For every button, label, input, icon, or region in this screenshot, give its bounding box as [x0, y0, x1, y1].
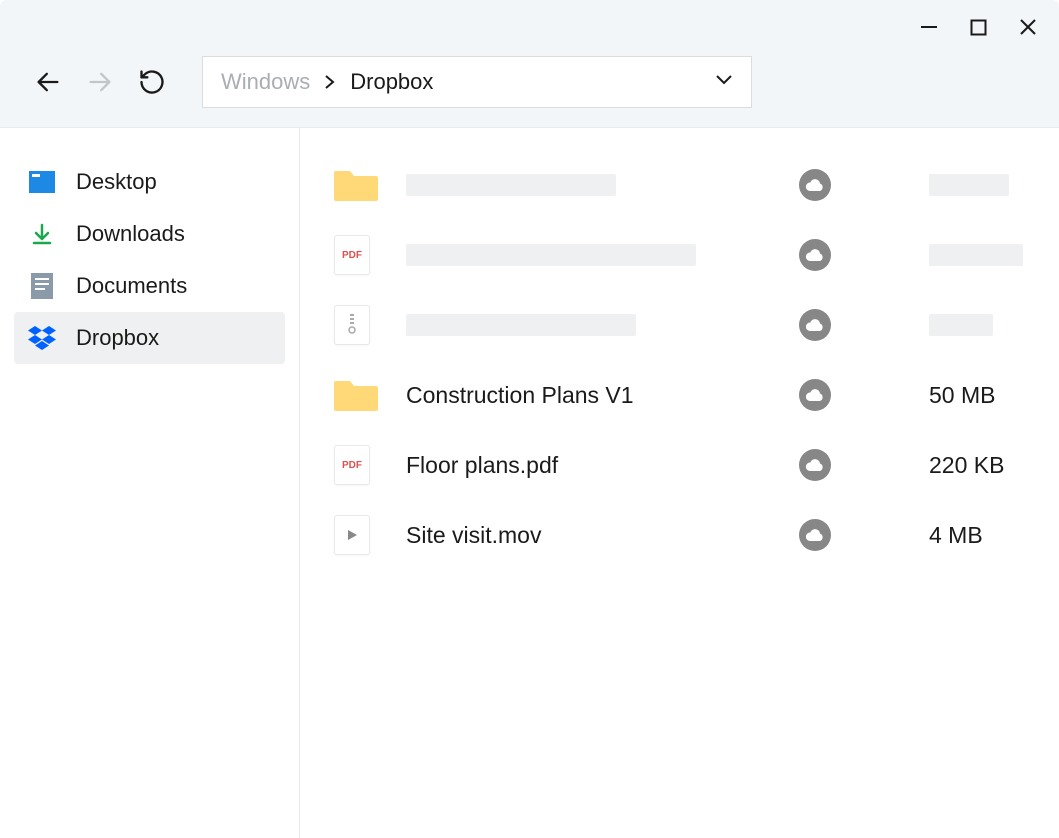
- dropbox-icon: [28, 324, 56, 352]
- placeholder-name: [406, 244, 696, 266]
- breadcrumb-bar[interactable]: Windows Dropbox: [202, 56, 752, 108]
- placeholder-size: [929, 244, 1023, 266]
- content-area: Desktop Downloads Documents Dropbox: [0, 128, 1059, 838]
- file-row-placeholder[interactable]: [334, 290, 1029, 360]
- sidebar-item-label: Documents: [76, 273, 187, 299]
- breadcrumb-path: Windows Dropbox: [221, 69, 433, 95]
- file-name: Construction Plans V1: [406, 382, 799, 409]
- titlebar: Windows Dropbox: [0, 0, 1059, 128]
- file-size: 220 KB: [929, 452, 1029, 479]
- file-row[interactable]: Site visit.mov 4 MB: [334, 500, 1029, 570]
- pdf-icon: PDF: [334, 445, 406, 485]
- navigation-toolbar: Windows Dropbox: [26, 56, 752, 108]
- file-row[interactable]: Construction Plans V1 50 MB: [334, 360, 1029, 430]
- minimize-button[interactable]: [920, 18, 938, 36]
- sidebar-item-label: Desktop: [76, 169, 157, 195]
- folder-icon: [334, 377, 406, 413]
- sidebar-item-label: Downloads: [76, 221, 185, 247]
- placeholder-size: [929, 174, 1009, 196]
- zip-icon: [334, 305, 406, 345]
- downloads-icon: [28, 220, 56, 248]
- cloud-status-icon: [799, 309, 831, 341]
- sidebar-item-desktop[interactable]: Desktop: [14, 156, 285, 208]
- chevron-right-icon: [324, 69, 336, 95]
- file-name: Floor plans.pdf: [406, 452, 799, 479]
- desktop-icon: [28, 168, 56, 196]
- file-row-placeholder[interactable]: [334, 150, 1029, 220]
- sidebar-item-downloads[interactable]: Downloads: [14, 208, 285, 260]
- video-icon: [334, 515, 406, 555]
- placeholder-size: [929, 314, 993, 336]
- cloud-status-icon: [799, 449, 831, 481]
- breadcrumb-parent[interactable]: Windows: [221, 69, 310, 95]
- placeholder-name: [406, 174, 616, 196]
- chevron-down-icon[interactable]: [715, 73, 733, 91]
- back-button[interactable]: [26, 60, 70, 104]
- close-button[interactable]: [1019, 18, 1037, 36]
- file-explorer-window: Windows Dropbox Desktop: [0, 0, 1059, 838]
- cloud-status-icon: [799, 239, 831, 271]
- sidebar-item-dropbox[interactable]: Dropbox: [14, 312, 285, 364]
- placeholder-name: [406, 314, 636, 336]
- refresh-button[interactable]: [130, 60, 174, 104]
- maximize-button[interactable]: [970, 19, 987, 36]
- sidebar-item-documents[interactable]: Documents: [14, 260, 285, 312]
- file-size: 50 MB: [929, 382, 1029, 409]
- breadcrumb-current[interactable]: Dropbox: [350, 69, 433, 95]
- cloud-status-icon: [799, 169, 831, 201]
- pdf-icon: PDF: [334, 235, 406, 275]
- documents-icon: [28, 272, 56, 300]
- forward-button[interactable]: [78, 60, 122, 104]
- file-row-placeholder[interactable]: PDF: [334, 220, 1029, 290]
- window-controls: [920, 18, 1037, 36]
- file-name: Site visit.mov: [406, 522, 799, 549]
- sidebar: Desktop Downloads Documents Dropbox: [0, 128, 300, 838]
- folder-icon: [334, 167, 406, 203]
- file-size: 4 MB: [929, 522, 1029, 549]
- file-list: PDF: [300, 128, 1059, 838]
- file-row[interactable]: PDF Floor plans.pdf 220 KB: [334, 430, 1029, 500]
- cloud-status-icon: [799, 379, 831, 411]
- cloud-status-icon: [799, 519, 831, 551]
- sidebar-item-label: Dropbox: [76, 325, 159, 351]
